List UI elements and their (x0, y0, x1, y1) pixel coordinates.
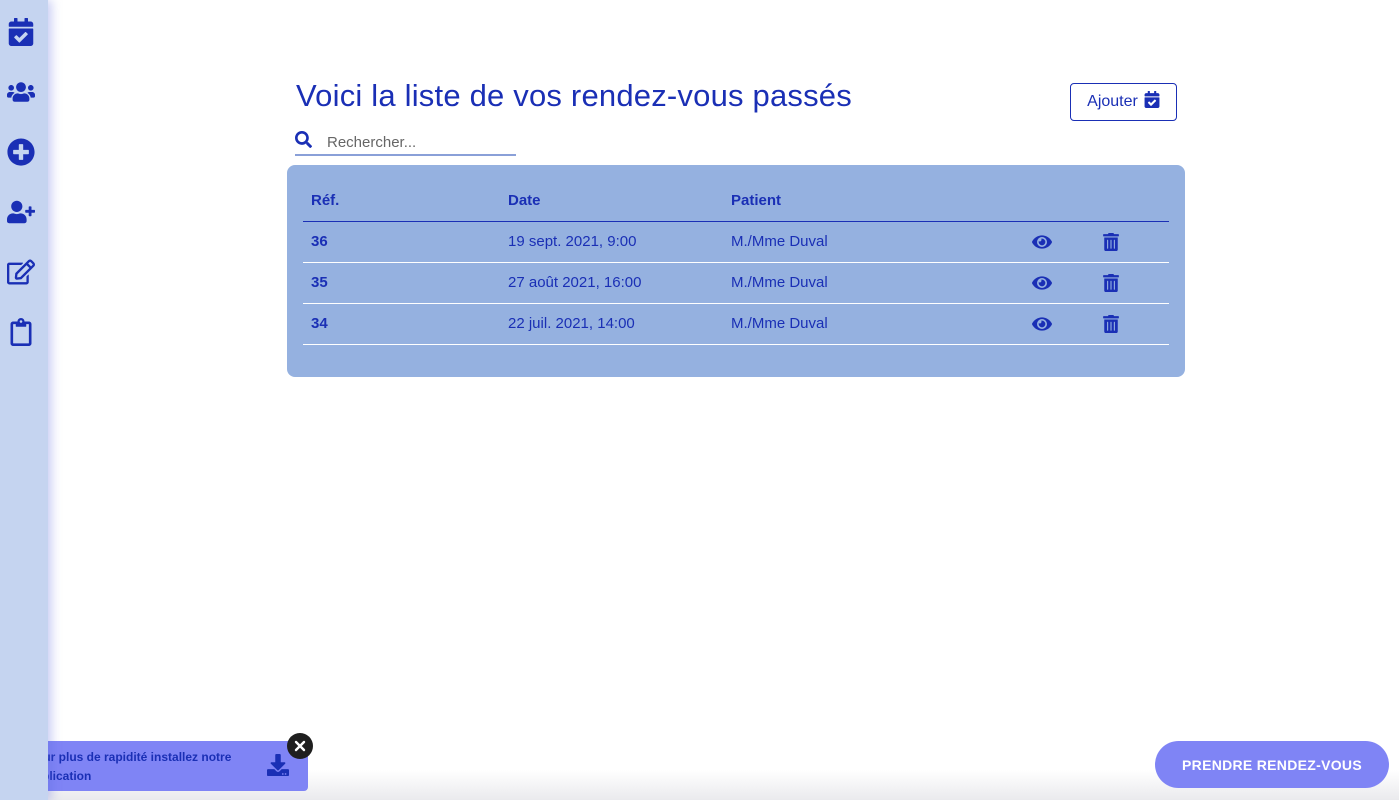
close-banner-button[interactable] (287, 733, 313, 759)
add-button[interactable]: Ajouter (1070, 83, 1177, 121)
install-banner-text: Pour plus de rapidité installez notre ap… (28, 750, 232, 783)
column-header-ref: Réf. (311, 192, 340, 209)
column-header-date: Date (508, 192, 541, 209)
users-icon[interactable] (5, 76, 37, 108)
clipboard-icon[interactable] (5, 316, 37, 348)
table-row: 34 22 juil. 2021, 14:00 M./Mme Duval (303, 304, 1169, 345)
download-icon[interactable] (267, 753, 289, 777)
trash-icon[interactable] (1101, 314, 1121, 334)
install-app-banner: Pour plus de rapidité installez notre ap… (8, 741, 308, 791)
table-header: Réf. Date Patient (303, 187, 1169, 222)
cell-patient: M./Mme Duval (731, 233, 828, 250)
cell-patient: M./Mme Duval (731, 274, 828, 291)
calendar-check-icon (1144, 91, 1160, 113)
eye-icon[interactable] (1032, 273, 1052, 293)
table-row: 36 19 sept. 2021, 9:00 M./Mme Duval (303, 222, 1169, 263)
trash-icon[interactable] (1101, 273, 1121, 293)
user-plus-icon[interactable] (5, 196, 37, 228)
cell-date: 19 sept. 2021, 9:00 (508, 233, 637, 250)
book-appointment-button[interactable]: PRENDRE RENDEZ-VOUS (1155, 741, 1389, 788)
page-title: Voici la liste de vos rendez-vous passés (296, 78, 852, 113)
cell-patient: M./Mme Duval (731, 315, 828, 332)
trash-icon[interactable] (1101, 232, 1121, 252)
cell-date: 27 août 2021, 16:00 (508, 274, 642, 291)
column-header-patient: Patient (731, 192, 782, 209)
cell-ref: 35 (311, 274, 328, 291)
search-icon (295, 131, 312, 149)
table-row: 35 27 août 2021, 16:00 M./Mme Duval (303, 263, 1169, 304)
cell-date: 22 juil. 2021, 14:00 (508, 315, 635, 332)
eye-icon[interactable] (1032, 232, 1052, 252)
cell-ref: 34 (311, 315, 328, 332)
search-input[interactable] (327, 132, 512, 152)
plus-circle-icon[interactable] (5, 136, 37, 168)
cell-ref: 36 (311, 233, 328, 250)
edit-icon[interactable] (5, 256, 37, 288)
add-button-label: Ajouter (1087, 93, 1138, 110)
eye-icon[interactable] (1032, 314, 1052, 334)
close-icon (294, 740, 306, 752)
appointments-table: Réf. Date Patient 36 19 sept. 2021, 9:00… (287, 165, 1185, 377)
calendar-check-icon[interactable] (5, 16, 37, 48)
search-bar (295, 128, 516, 156)
sidebar (0, 0, 48, 800)
